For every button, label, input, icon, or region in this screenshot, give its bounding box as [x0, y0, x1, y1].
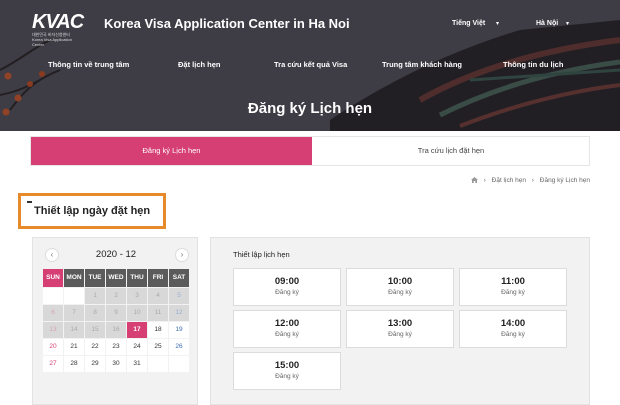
- time-slot-register-label: Đăng ký: [275, 373, 299, 380]
- calendar-day: 5: [169, 288, 189, 304]
- calendar-day: 4: [148, 288, 168, 304]
- weekday-header-tue: TUE: [85, 269, 105, 287]
- calendar-day[interactable]: 28: [64, 356, 84, 372]
- time-slot-button[interactable]: 09:00 Đăng ký: [233, 268, 341, 306]
- time-slot-time: 13:00: [387, 318, 413, 329]
- page-tabs: Đăng ký Lịch hẹn Tra cứu lịch đặt hẹn: [30, 136, 590, 166]
- next-month-button[interactable]: ›: [175, 248, 189, 262]
- calendar-day[interactable]: 27: [43, 356, 63, 372]
- breadcrumb-separator: ›: [531, 177, 534, 184]
- time-slot-time: 09:00: [274, 276, 300, 287]
- weekday-header-sun: SUN: [43, 269, 63, 287]
- calendar-day[interactable]: 26: [169, 339, 189, 355]
- calendar-day: 13: [43, 322, 63, 338]
- city-selector[interactable]: Hà Nội: [536, 20, 558, 27]
- breadcrumb: › Đặt lịch hẹn › Đăng ký Lịch hẹn: [470, 177, 590, 184]
- calendar-day: 9: [106, 305, 126, 321]
- time-slot-register-label: Đăng ký: [388, 289, 412, 296]
- calendar-day[interactable]: 20: [43, 339, 63, 355]
- time-slot-button[interactable]: 15:00 Đăng ký: [233, 352, 341, 390]
- chevron-down-icon: ▾: [496, 21, 500, 27]
- time-slot-title: Thiết lập lịch hẹn: [233, 250, 290, 259]
- calendar-day[interactable]: 18: [148, 322, 168, 338]
- nav-center-info[interactable]: Thông tin về trung tâm: [48, 60, 129, 69]
- breadcrumb-separator: ›: [483, 177, 486, 184]
- time-slot-register-label: Đăng ký: [275, 331, 299, 338]
- section-title-highlight: Thiết lập ngày đặt hẹn: [18, 193, 166, 229]
- calendar-empty-cell: [43, 288, 63, 304]
- language-selector[interactable]: Tiếng Việt: [452, 20, 485, 27]
- calendar-day: 7: [64, 305, 84, 321]
- calendar-day[interactable]: 24: [127, 339, 147, 355]
- calendar-day[interactable]: 29: [85, 356, 105, 372]
- hero-banner: KVAC 대한민국 비자신청센터 Korea Visa Application …: [0, 0, 620, 131]
- title-marker: [27, 201, 32, 203]
- calendar-day: 10: [127, 305, 147, 321]
- nav-appointment[interactable]: Đặt lịch hẹn: [178, 60, 221, 69]
- kvac-logo[interactable]: KVAC 대한민국 비자신청센터 Korea Visa Application …: [32, 11, 84, 47]
- time-slot-button[interactable]: 10:00 Đăng ký: [346, 268, 454, 306]
- calendar-empty-cell: [169, 356, 189, 372]
- calendar-day: 1: [85, 288, 105, 304]
- calendar-day[interactable]: 21: [64, 339, 84, 355]
- breadcrumb-item-appointment[interactable]: Đặt lịch hẹn: [492, 177, 526, 184]
- weekday-header-mon: MON: [64, 269, 84, 287]
- nav-visa-result[interactable]: Tra cứu kết quả Visa: [274, 60, 347, 69]
- page-heading: Đăng ký Lịch hẹn: [247, 100, 373, 117]
- site-title: Korea Visa Application Center in Ha Noi: [104, 16, 350, 31]
- date-picker-calendar: ‹ 2020 - 12 › SUN MON TUE WED THU FRI SAT 1 2 3 4 5…: [32, 237, 198, 405]
- calendar-day[interactable]: 30: [106, 356, 126, 372]
- time-slot-button[interactable]: 11:00 Đăng ký: [459, 268, 567, 306]
- time-slot-button[interactable]: 13:00 Đăng ký: [346, 310, 454, 348]
- home-icon[interactable]: [470, 177, 478, 183]
- calendar-empty-cell: [148, 356, 168, 372]
- calendar-day[interactable]: 25: [148, 339, 168, 355]
- time-slot-register-label: Đăng ký: [388, 331, 412, 338]
- chevron-down-icon: ▾: [566, 21, 570, 27]
- calendar-day[interactable]: 22: [85, 339, 105, 355]
- time-slot-time: 11:00: [501, 276, 525, 287]
- calendar-day[interactable]: 17: [127, 322, 147, 338]
- section-title: Thiết lập ngày đặt hẹn: [34, 205, 151, 217]
- time-slot-time: 14:00: [500, 318, 526, 329]
- logo-text: KVAC: [32, 11, 84, 33]
- calendar-empty-cell: [64, 288, 84, 304]
- calendar-day[interactable]: 31: [127, 356, 147, 372]
- weekday-header-sat: SAT: [169, 269, 189, 287]
- weekday-header-fri: FRI: [148, 269, 168, 287]
- time-slot-register-label: Đăng ký: [275, 289, 299, 296]
- calendar-day: 3: [127, 288, 147, 304]
- nav-customer-center[interactable]: Trung tâm khách hàng: [382, 60, 462, 69]
- calendar-day: 14: [64, 322, 84, 338]
- calendar-day: 15: [85, 322, 105, 338]
- calendar-day[interactable]: 19: [169, 322, 189, 338]
- time-slot-time: 12:00: [274, 318, 300, 329]
- time-slot-register-label: Đăng ký: [501, 289, 525, 296]
- calendar-day: 2: [106, 288, 126, 304]
- calendar-day[interactable]: 23: [106, 339, 126, 355]
- logo-subtitle-en: Korea Visa Application Center: [32, 37, 72, 47]
- calendar-day: 11: [148, 305, 168, 321]
- time-slot-button[interactable]: 14:00 Đăng ký: [459, 310, 567, 348]
- time-slot-register-label: Đăng ký: [501, 331, 525, 338]
- calendar-header: ‹ 2020 - 12 ›: [33, 248, 199, 264]
- breadcrumb-item-current: Đăng ký Lịch hẹn: [539, 177, 590, 184]
- time-slot-time: 15:00: [274, 360, 300, 371]
- main-navigation: Thông tin về trung tâm Đặt lịch hẹn Tra …: [0, 60, 620, 72]
- time-slot-time: 10:00: [387, 276, 413, 287]
- time-slot-panel: Thiết lập lịch hẹn 09:00 Đăng ký 10:00 Đăng…: [210, 237, 590, 405]
- weekday-header-thu: THU: [127, 269, 147, 287]
- time-slot-button[interactable]: 12:00 Đăng ký: [233, 310, 341, 348]
- tab-register-appointment[interactable]: Đăng ký Lịch hẹn: [31, 137, 312, 165]
- calendar-day: 12: [169, 305, 189, 321]
- weekday-header-wed: WED: [106, 269, 126, 287]
- calendar-day: 8: [85, 305, 105, 321]
- calendar-day: 6: [43, 305, 63, 321]
- calendar-day: 16: [106, 322, 126, 338]
- tab-lookup-appointment[interactable]: Tra cứu lịch đặt hẹn: [312, 137, 590, 165]
- nav-travel-info[interactable]: Thông tin du lịch: [503, 60, 563, 69]
